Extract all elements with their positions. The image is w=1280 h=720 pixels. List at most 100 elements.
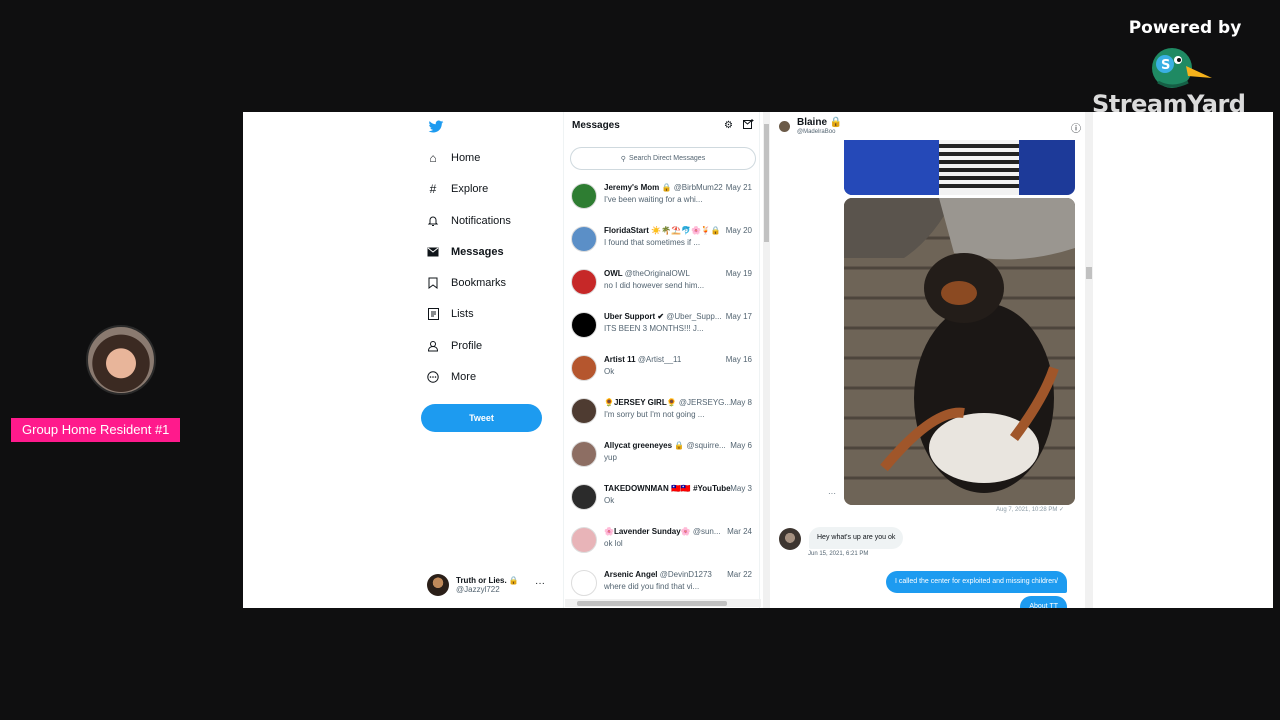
left-navigation: ⌂ Home # Explore Notifications Messages … [420, 112, 560, 608]
conversation-list-item[interactable]: Artist 11 @Artist__11 May 16 Ok [564, 349, 760, 392]
conversation-list-item[interactable]: 🌸Lavender Sunday🌸 @sun... Mar 24 ok lol [564, 521, 760, 564]
messages-scrollbar[interactable] [763, 112, 770, 608]
incoming-message: Hey what's up are you ok [809, 527, 904, 549]
conversation-list-item[interactable]: OWL @theOriginalOWL May 19 no I did howeve… [564, 263, 760, 306]
conversation-list-item[interactable]: TAKEDOWNMAN 🇹🇼🇹🇼 #YouTube May 3 Ok [564, 478, 760, 521]
conversation-list-item[interactable]: Uber Support ✔ @Uber_Supp... May 17 ITS BE… [564, 306, 760, 349]
nav-notifications-label: Notifications [451, 215, 511, 227]
conversation-preview: yup [604, 453, 617, 462]
search-direct-messages-input[interactable]: ⚲ Search Direct Messages [570, 147, 756, 170]
conversation-preview: ITS BEEN 3 MONTHS!!! J... [604, 324, 704, 333]
conversation-avatar [571, 570, 597, 596]
messages-horizontal-scrollbar-thumb[interactable] [577, 601, 727, 606]
conversation-handle: @MadelraBoo [797, 129, 836, 135]
nav-more[interactable]: More [426, 366, 476, 388]
conversation-avatar[interactable] [779, 121, 790, 132]
conversation-avatar [571, 226, 597, 252]
conversation-avatar [571, 312, 597, 338]
bell-icon [426, 214, 440, 228]
conversation-pane: ··· Aug 7, 2021, 10:28 PM ✓ Hey what's u… [771, 112, 1093, 608]
guest-name-tag: Group Home Resident #1 [11, 418, 181, 442]
shared-photo-dog[interactable] [844, 198, 1075, 505]
new-message-icon[interactable] [743, 119, 754, 132]
hashtag-icon: # [429, 182, 437, 196]
home-icon: ⌂ [429, 151, 437, 165]
person-icon [426, 339, 440, 353]
outgoing-message: I called the center for exploited and mi… [885, 571, 1067, 593]
conversation-date: May 21 [725, 183, 752, 192]
conversation-preview: I've been waiting for a whi... [604, 195, 703, 204]
conversation-header: Blaine 🔒 @MadelraBoo ⓘ [771, 112, 1093, 140]
svg-text:S: S [1161, 58, 1170, 73]
nav-profile[interactable]: Profile [426, 335, 482, 357]
nav-messages-label: Messages [451, 246, 504, 258]
nav-explore[interactable]: # Explore [426, 178, 489, 200]
incoming-message-time: Jun 15, 2021, 6:21 PM [808, 551, 869, 557]
conversation-date: Mar 24 [727, 527, 752, 536]
conversation-sender: OWL @theOriginalOWL [604, 269, 690, 278]
conversation-preview: I'm sorry but I'm not going ... [604, 410, 705, 419]
duck-icon: S [1152, 48, 1212, 88]
conversation-date: May 20 [725, 226, 752, 235]
sender-avatar[interactable] [779, 528, 801, 550]
conversation-list-item[interactable]: Jeremy's Mom 🔒 @BirbMum22 May 21 I've been… [564, 177, 760, 220]
streamyard-branding: Powered by S StreamYard [1092, 6, 1260, 118]
conversation-sender: Jeremy's Mom 🔒 @BirbMum22 [604, 183, 723, 192]
blank-right-panel [1093, 112, 1273, 608]
conversation-avatar [571, 355, 597, 381]
conversation-name[interactable]: Blaine 🔒 [797, 117, 842, 128]
nav-home[interactable]: ⌂ Home [426, 147, 480, 169]
outgoing-message: About TT [1020, 596, 1067, 608]
conversation-avatar [571, 183, 597, 209]
conversation-preview: no I did however send him... [604, 281, 705, 290]
nav-explore-label: Explore [451, 183, 489, 195]
info-icon[interactable]: ⓘ [1071, 120, 1081, 135]
conversation-avatar [571, 269, 597, 295]
conversation-sender: 🌸Lavender Sunday🌸 @sun... [604, 527, 721, 536]
conversation-date: Mar 22 [727, 570, 752, 579]
conversation-sender: Artist 11 @Artist__11 [604, 355, 682, 364]
guest-avatar [86, 325, 156, 395]
account-name: Truth or Lies. 🔒 [456, 576, 519, 585]
messages-title: Messages [572, 120, 620, 131]
conversation-avatar [571, 484, 597, 510]
conversation-date: May 3 [730, 484, 752, 493]
streamyard-logo: S StreamYard [1092, 38, 1260, 118]
conversation-sender: FloridaStart ☀️🌴⛱️🐬🌸🍹🔒 [604, 226, 721, 235]
conversation-preview: Ok [604, 367, 615, 376]
conversation-scrollbar[interactable] [1085, 112, 1093, 608]
twitter-logo-icon[interactable] [428, 120, 444, 134]
conversation-list-item[interactable]: 🌻JERSEY GIRL🌻 @JERSEYG... May 8 I'm sorry … [564, 392, 760, 435]
conversation-list-item[interactable]: Allycat greeneyes 🔒 @squirre... May 6 yup [564, 435, 760, 478]
settings-gear-icon[interactable]: ⚙ [724, 120, 733, 131]
more-circle-icon [426, 370, 440, 384]
message-actions-icon[interactable]: ··· [828, 489, 836, 498]
nav-bookmarks[interactable]: Bookmarks [426, 272, 506, 294]
tweet-button[interactable]: Tweet [421, 404, 542, 432]
nav-notifications[interactable]: Notifications [426, 210, 511, 232]
shared-photo-top[interactable] [844, 140, 1075, 195]
search-placeholder: Search Direct Messages [628, 155, 706, 162]
conversation-sender: Allycat greeneyes 🔒 @squirre... [604, 441, 726, 450]
conversation-preview: I found that sometimes if ... [604, 238, 701, 247]
messages-horizontal-scrollbar[interactable] [565, 599, 761, 607]
conversation-scrollbar-thumb[interactable] [1086, 267, 1092, 279]
messages-scrollbar-thumb[interactable] [764, 124, 769, 242]
list-icon [426, 307, 440, 321]
nav-home-label: Home [451, 152, 481, 164]
conversation-sender: TAKEDOWNMAN 🇹🇼🇹🇼 #YouTube [604, 484, 731, 493]
conversation-sender: Arsenic Angel @DevinD1273 [604, 570, 712, 579]
messages-column: Messages ⚙ ⚲ Search Direct Messages Jere… [563, 112, 760, 608]
account-switcher[interactable]: Truth or Lies. 🔒 @Jazzyl722 ··· [427, 572, 557, 598]
conversation-date: May 8 [730, 398, 752, 407]
nav-lists[interactable]: Lists [426, 303, 474, 325]
account-avatar [427, 574, 449, 596]
bookmark-icon [426, 276, 440, 290]
nav-messages[interactable]: Messages [426, 241, 504, 263]
conversation-date: May 6 [730, 441, 752, 450]
account-more-icon[interactable]: ··· [535, 578, 545, 589]
conversation-list-item[interactable]: FloridaStart ☀️🌴⛱️🐬🌸🍹🔒 May 20 I found tha… [564, 220, 760, 263]
conversation-avatar [571, 441, 597, 467]
conversation-sender: Uber Support ✔ @Uber_Supp... [604, 312, 722, 321]
envelope-icon [426, 245, 440, 259]
